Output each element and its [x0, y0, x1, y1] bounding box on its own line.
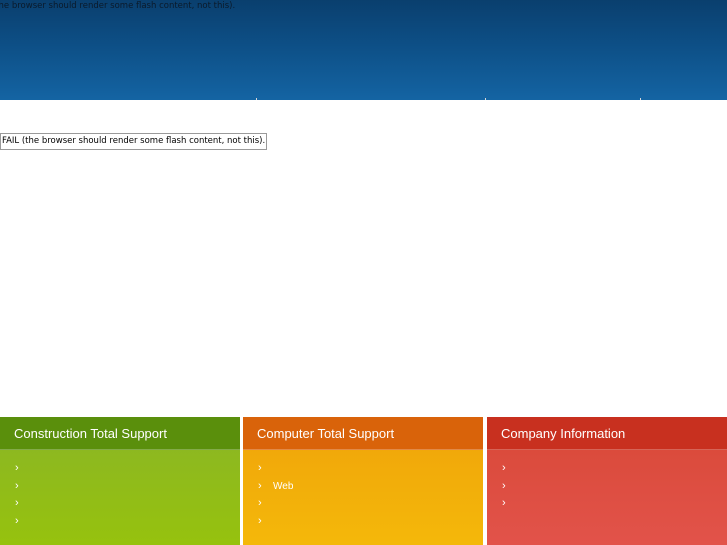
panel-title[interactable]: Construction Total Support	[0, 417, 240, 450]
site-header: FAIL (the browser should render some fla…	[0, 0, 727, 100]
panel-link-item[interactable]: ›	[0, 460, 240, 478]
panel-computer-total-support: Computer Total Support › › Web › ›	[243, 417, 483, 545]
chevron-right-icon: ›	[258, 462, 262, 474]
chevron-right-icon: ›	[15, 479, 19, 492]
panel-link-item[interactable]: ›	[487, 460, 727, 478]
chevron-right-icon: ›	[258, 479, 262, 492]
panel-link-list: › › ›	[487, 450, 727, 513]
panel-link-item[interactable]: ›	[243, 513, 483, 531]
panel-link-list: › › Web › ›	[243, 450, 483, 530]
panel-link-item[interactable]: ›	[0, 495, 240, 513]
panel-title[interactable]: Company Information	[487, 417, 727, 450]
chevron-right-icon: ›	[258, 514, 262, 527]
panel-link-item[interactable]: ›	[0, 478, 240, 496]
panel-company-information: Company Information › › ›	[487, 417, 727, 545]
header-divider	[640, 98, 641, 100]
chevron-right-icon: ›	[15, 462, 19, 474]
chevron-right-icon: ›	[15, 514, 19, 527]
panel-link-item[interactable]: › Web	[243, 478, 483, 496]
panel-link-item[interactable]: ›	[243, 495, 483, 513]
chevron-right-icon: ›	[502, 479, 506, 492]
chevron-right-icon: ›	[258, 497, 262, 509]
main-flash-fallback-text: FAIL (the browser should render some fla…	[0, 133, 268, 150]
panel-title[interactable]: Computer Total Support	[243, 417, 483, 450]
panel-link-item[interactable]: ›	[243, 460, 483, 478]
chevron-right-icon: ›	[15, 497, 19, 509]
header-divider	[256, 98, 257, 100]
chevron-right-icon: ›	[502, 497, 506, 509]
header-flash-fallback-text: FAIL (the browser should render some fla…	[0, 1, 236, 11]
header-divider	[485, 98, 486, 100]
chevron-right-icon: ›	[502, 462, 506, 474]
panel-link-item[interactable]: ›	[487, 495, 727, 513]
panel-construction-total-support: Construction Total Support › › › ›	[0, 417, 240, 545]
panel-link-item[interactable]: ›	[0, 513, 240, 531]
panel-link-item[interactable]: ›	[487, 478, 727, 496]
panel-link-label[interactable]: Web	[273, 481, 293, 492]
panel-link-list: › › › ›	[0, 450, 240, 530]
